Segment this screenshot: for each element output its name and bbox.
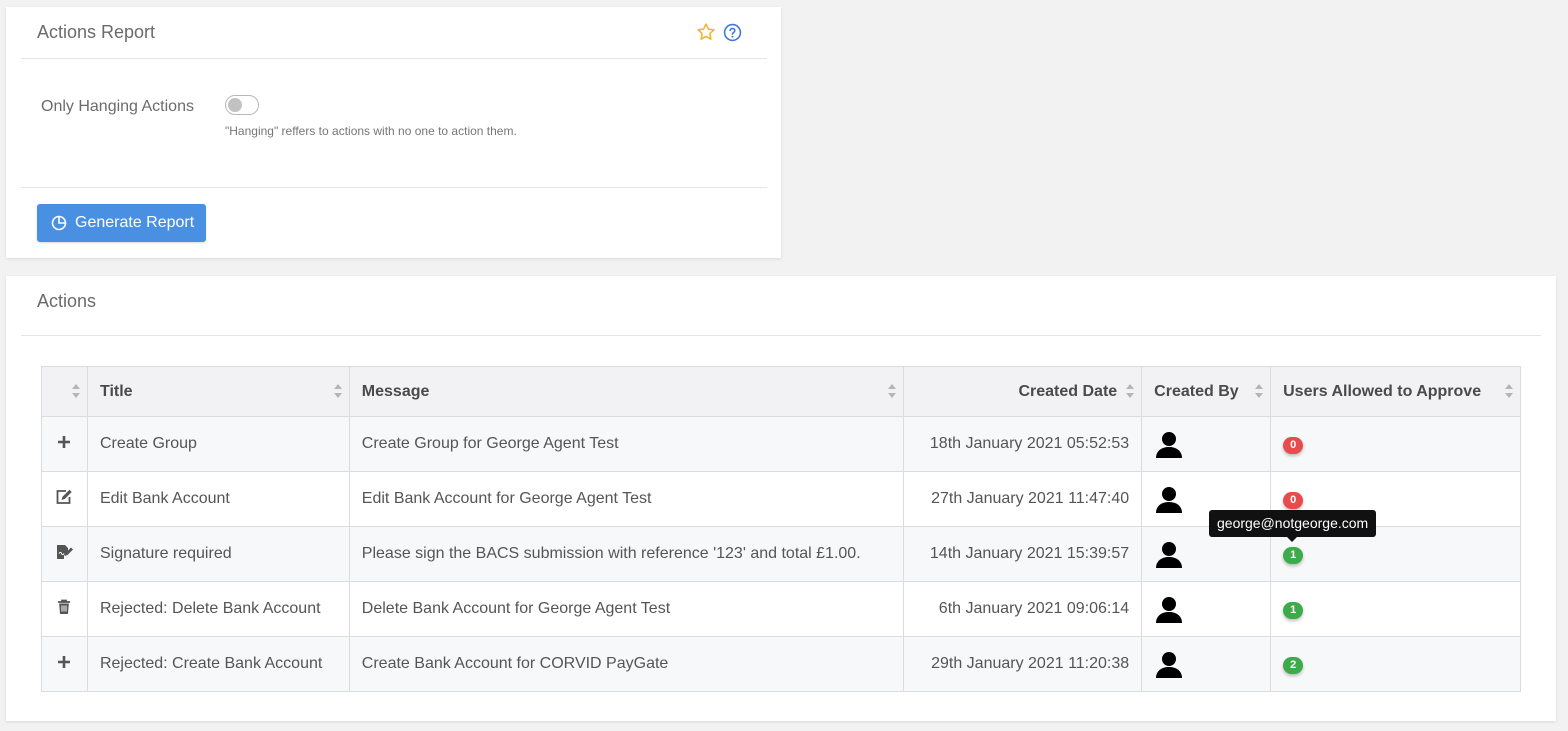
- row-title: Signature required: [86, 526, 350, 582]
- generate-report-label: Generate Report: [75, 214, 195, 231]
- only-hanging-label: Only Hanging Actions: [41, 98, 194, 115]
- sort-icon: [1255, 384, 1264, 398]
- row-title: Create Group: [86, 416, 350, 472]
- row-created-date: 29th January 2021 11:20:38: [903, 636, 1143, 692]
- column-header-created-date[interactable]: Created Date: [903, 366, 1143, 417]
- only-hanging-toggle[interactable]: [225, 95, 259, 115]
- actions-card: Actions Title Message Created Date Creat…: [6, 276, 1556, 721]
- approvers-badge[interactable]: 2: [1283, 656, 1304, 674]
- approvers-badge[interactable]: 0: [1283, 491, 1304, 509]
- report-title: Actions Report: [37, 22, 156, 42]
- question-circle-icon[interactable]: [723, 23, 742, 42]
- row-message: Please sign the BACS submission with ref…: [348, 526, 905, 582]
- divider: [21, 335, 1541, 336]
- table-header-row: Title Message Created Date Created By Us…: [41, 366, 1521, 417]
- column-header-created-by[interactable]: Created By: [1141, 366, 1272, 417]
- row-message: Edit Bank Account for George Agent Test: [348, 471, 905, 527]
- hanging-help-text: "Hanging" reffers to actions with no one…: [225, 124, 517, 138]
- user-avatar-icon[interactable]: [1154, 539, 1184, 569]
- sort-icon: [1505, 384, 1513, 398]
- column-header-message[interactable]: Message: [348, 366, 905, 417]
- plus-icon: [58, 435, 71, 448]
- column-header-users-allowed[interactable]: Users Allowed to Approve: [1270, 366, 1521, 417]
- trash-icon: [58, 599, 71, 614]
- user-avatar-icon[interactable]: [1154, 649, 1184, 679]
- user-avatar-icon[interactable]: [1154, 484, 1184, 514]
- approvers-badge[interactable]: 0: [1283, 436, 1304, 454]
- approvers-badge[interactable]: 1: [1283, 601, 1304, 619]
- star-icon[interactable]: [696, 22, 716, 42]
- sort-icon: [333, 384, 342, 398]
- pie-chart-icon: [51, 215, 67, 231]
- signature-icon: [57, 544, 74, 559]
- row-title: Rejected: Create Bank Account: [86, 636, 350, 692]
- approver-tooltip: george@notgeorge.com: [1209, 510, 1377, 542]
- edit-icon: [57, 489, 73, 504]
- toggle-knob: [228, 98, 242, 112]
- plus-icon: [58, 655, 71, 668]
- column-header-icon[interactable]: [41, 366, 88, 417]
- table-row[interactable]: Rejected: Create Bank Account Create Ban…: [41, 636, 1521, 692]
- user-avatar-icon[interactable]: [1154, 594, 1184, 624]
- row-message: Create Bank Account for CORVID PayGate: [348, 636, 905, 692]
- sort-icon: [888, 384, 897, 398]
- row-message: Create Group for George Agent Test: [348, 416, 905, 472]
- row-title: Edit Bank Account: [86, 471, 350, 527]
- row-created-date: 27th January 2021 11:47:40: [903, 471, 1143, 527]
- approvers-badge[interactable]: 1: [1283, 546, 1304, 564]
- column-header-title[interactable]: Title: [86, 366, 350, 417]
- generate-report-button[interactable]: Generate Report: [37, 204, 206, 242]
- row-created-date: 6th January 2021 09:06:14: [903, 581, 1143, 637]
- row-created-date: 18th January 2021 05:52:53: [903, 416, 1143, 472]
- row-created-date: 14th January 2021 15:39:57: [903, 526, 1143, 582]
- sort-icon: [71, 384, 80, 398]
- sort-icon: [1126, 384, 1135, 398]
- actions-report-card: Actions Report Only Hanging Actions "Han…: [6, 7, 781, 258]
- divider: [21, 58, 767, 59]
- table-row[interactable]: Create Group Create Group for George Age…: [41, 416, 1521, 472]
- divider: [21, 187, 767, 188]
- row-title: Rejected: Delete Bank Account: [86, 581, 350, 637]
- table-row[interactable]: Rejected: Delete Bank Account Delete Ban…: [41, 581, 1521, 637]
- user-avatar-icon[interactable]: [1154, 429, 1184, 459]
- row-message: Delete Bank Account for George Agent Tes…: [348, 581, 905, 637]
- actions-title: Actions: [37, 291, 97, 311]
